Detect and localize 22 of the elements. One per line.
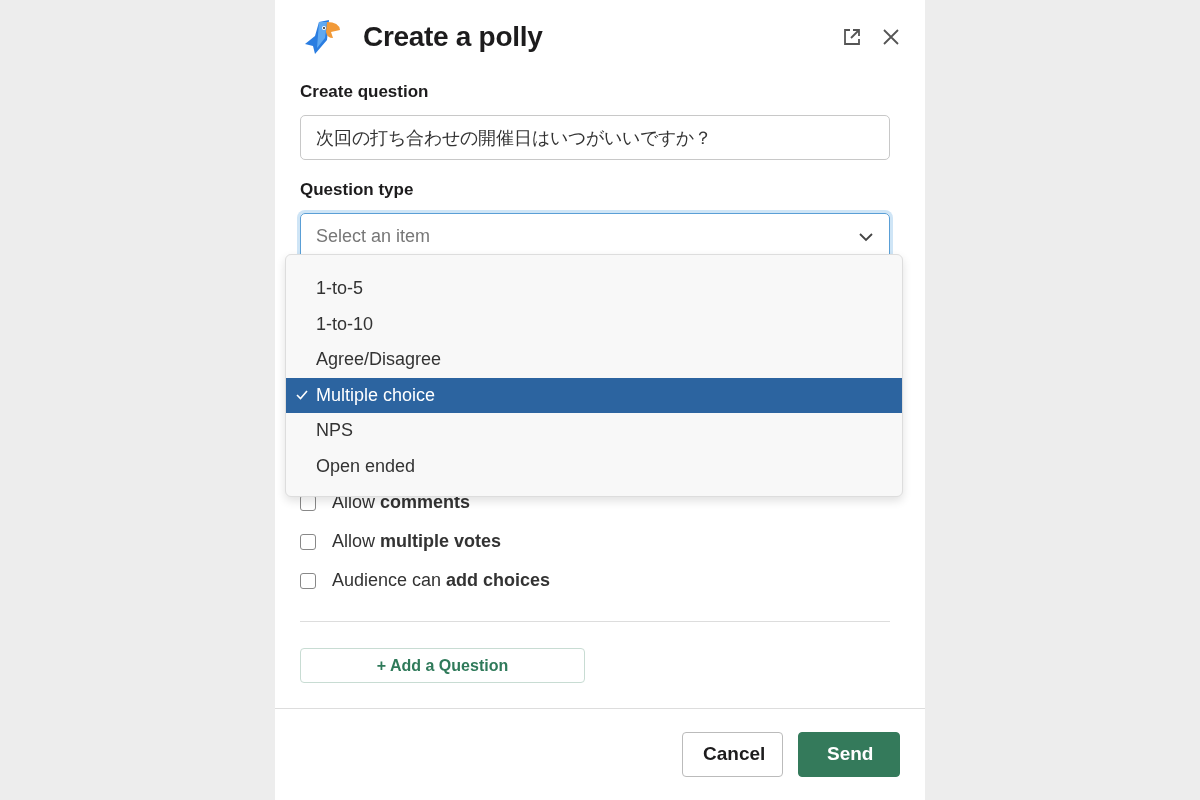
dropdown-option[interactable]: 1-to-10: [286, 306, 902, 342]
dropdown-option[interactable]: Agree/Disagree: [286, 342, 902, 378]
external-link-icon[interactable]: [842, 27, 862, 47]
field-label: Create question: [300, 82, 430, 102]
close-icon[interactable]: [882, 28, 900, 46]
field-label: Question type: [300, 180, 415, 200]
dropdown-option[interactable]: Multiple choice: [286, 377, 902, 413]
send-button[interactable]: Send: [798, 731, 900, 777]
checkbox[interactable]: [300, 572, 316, 589]
checkbox-label: Allow multiple votes: [332, 531, 502, 552]
check-icon: [296, 390, 308, 401]
cancel-button[interactable]: Cancel: [682, 731, 783, 777]
dropdown-option[interactable]: 1-to-5: [286, 271, 902, 307]
dropdown-option[interactable]: Open ended: [286, 448, 902, 484]
question-field[interactable]: 次回の打ち合わせの開催日はいつがいいですか？: [300, 115, 890, 160]
chevron-down-icon: [858, 231, 874, 242]
parrot-logo-icon: [305, 18, 341, 56]
checkbox[interactable]: [300, 533, 316, 550]
add-question-button[interactable]: + Add a Question: [300, 648, 585, 683]
checkbox-label: Audience can add choices: [332, 570, 551, 591]
dropdown-option[interactable]: NPS: [286, 413, 902, 449]
modal-title: Create a polly: [363, 21, 544, 53]
